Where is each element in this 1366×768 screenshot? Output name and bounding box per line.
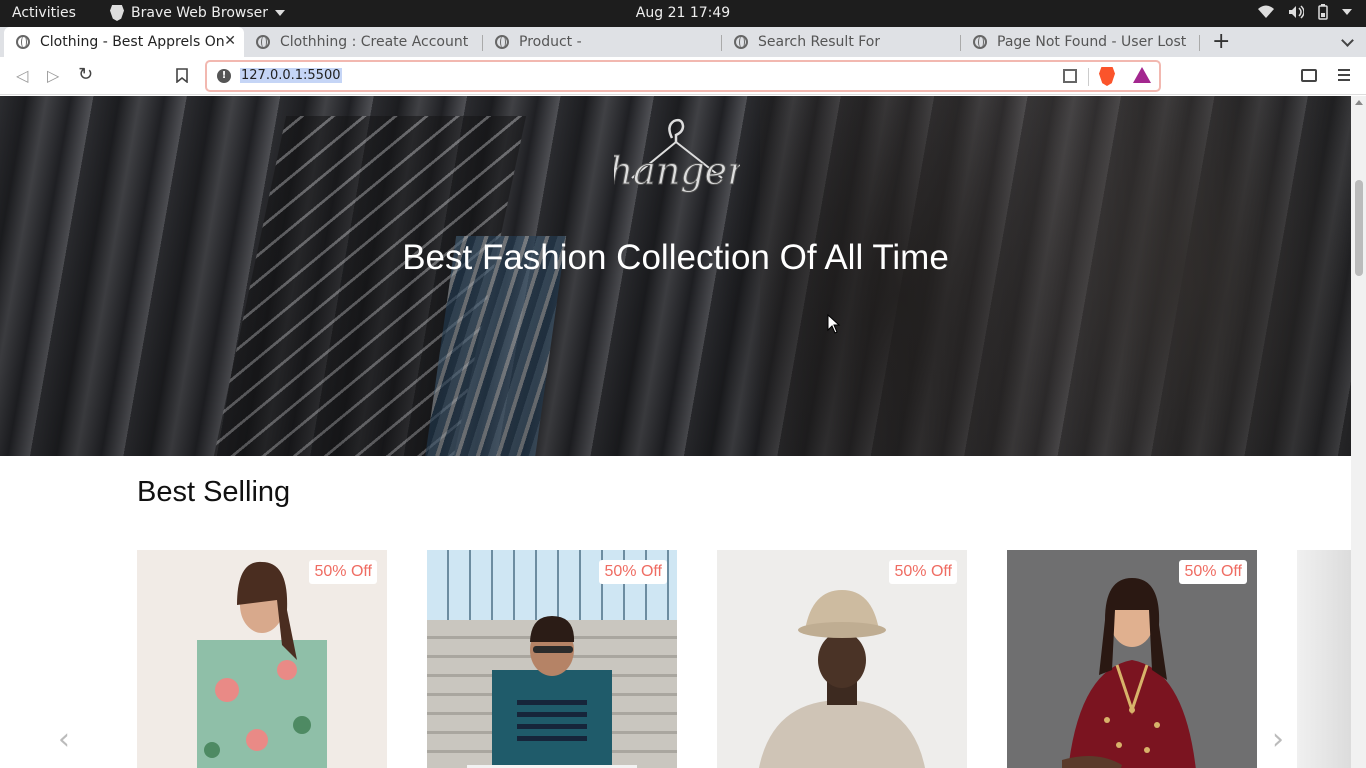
page-scrollbar[interactable] <box>1351 96 1366 768</box>
mouse-cursor-icon <box>827 314 841 334</box>
address-bar-divider <box>1088 68 1089 86</box>
wallet-icon[interactable] <box>1301 69 1317 82</box>
tab-search-chevron-icon[interactable] <box>1341 34 1354 47</box>
tab-search-result[interactable]: Search Result For <box>722 27 960 57</box>
browser-toolbar: ◁ ▷ ↻ ! 127.0.0.1:5500 <box>0 57 1366 95</box>
tab-label: Product - <box>519 34 582 50</box>
product-card[interactable]: 50% Off <box>137 550 387 768</box>
volume-icon <box>1289 5 1304 19</box>
hanger-logo[interactable]: hanger <box>614 112 740 202</box>
url-text[interactable]: 127.0.0.1:5500 <box>240 68 342 83</box>
hero-title: Best Fashion Collection Of All Time <box>402 238 949 277</box>
tab-label: Clothing - Best Apprels On <box>40 34 224 50</box>
brave-shields-icon[interactable] <box>1099 67 1115 86</box>
new-tab-plus-icon[interactable]: + <box>1212 29 1230 54</box>
product-card[interactable]: 50% Off <box>1007 550 1257 768</box>
system-tray[interactable] <box>1258 4 1352 20</box>
tab-label: Page Not Found - User Lost <box>997 34 1187 50</box>
scroll-up-arrow-icon[interactable] <box>1355 100 1363 105</box>
tab-create-account[interactable]: Clothhing : Create Account <box>244 27 482 57</box>
back-arrow-icon[interactable]: ◁ <box>16 66 28 85</box>
carousel-prev-chevron-left-icon[interactable]: ‹ <box>58 722 70 757</box>
carousel-next-chevron-right-icon[interactable]: › <box>1272 722 1284 757</box>
qr-code-icon[interactable] <box>1063 69 1077 83</box>
scrollbar-thumb[interactable] <box>1355 180 1363 276</box>
tab-separator <box>1199 35 1200 51</box>
address-bar[interactable]: ! 127.0.0.1:5500 <box>205 60 1161 92</box>
discount-badge: 50% Off <box>309 560 377 584</box>
globe-icon <box>973 35 987 49</box>
discount-badge: 50% Off <box>1179 560 1247 584</box>
discount-badge: 50% Off <box>889 560 957 584</box>
wifi-icon <box>1258 5 1274 18</box>
forward-arrow-icon[interactable]: ▷ <box>47 66 59 85</box>
brave-rewards-icon[interactable] <box>1133 67 1151 83</box>
product-card[interactable]: 50% Off <box>427 550 677 768</box>
site-info-icon[interactable]: ! <box>217 69 231 83</box>
close-tab-icon[interactable]: ✕ <box>224 33 236 49</box>
globe-icon <box>734 35 748 49</box>
product-card-partial[interactable] <box>1297 550 1351 768</box>
bookmark-icon[interactable] <box>176 68 188 83</box>
web-page: hanger Best Fashion Collection Of All Ti… <box>0 96 1351 768</box>
globe-icon <box>495 35 509 49</box>
globe-icon <box>16 35 30 49</box>
discount-badge: 50% Off <box>599 560 667 584</box>
battery-icon <box>1318 4 1328 20</box>
system-top-bar: Activities Brave Web Browser Aug 21 17:4… <box>0 0 1366 27</box>
best-selling-heading: Best Selling <box>137 476 291 508</box>
tab-label: Clothhing : Create Account <box>280 34 469 50</box>
tab-label: Search Result For <box>758 34 881 50</box>
hero-banner: hanger Best Fashion Collection Of All Ti… <box>0 96 1351 456</box>
svg-text:hanger: hanger <box>614 149 740 193</box>
tab-strip: Clothing - Best Apprels On ✕ Clothhing :… <box>0 27 1366 57</box>
system-menu-caret-icon <box>1342 9 1352 15</box>
globe-icon <box>256 35 270 49</box>
tab-page-not-found[interactable]: Page Not Found - User Lost <box>961 27 1199 57</box>
tab-clothing-home[interactable]: Clothing - Best Apprels On ✕ <box>4 27 244 57</box>
clock[interactable]: Aug 21 17:49 <box>0 5 1366 21</box>
product-card[interactable]: 50% Off <box>717 550 967 768</box>
reload-icon[interactable]: ↻ <box>78 64 93 85</box>
hamburger-menu-icon[interactable] <box>1338 69 1350 84</box>
tab-product[interactable]: Product - <box>483 27 721 57</box>
